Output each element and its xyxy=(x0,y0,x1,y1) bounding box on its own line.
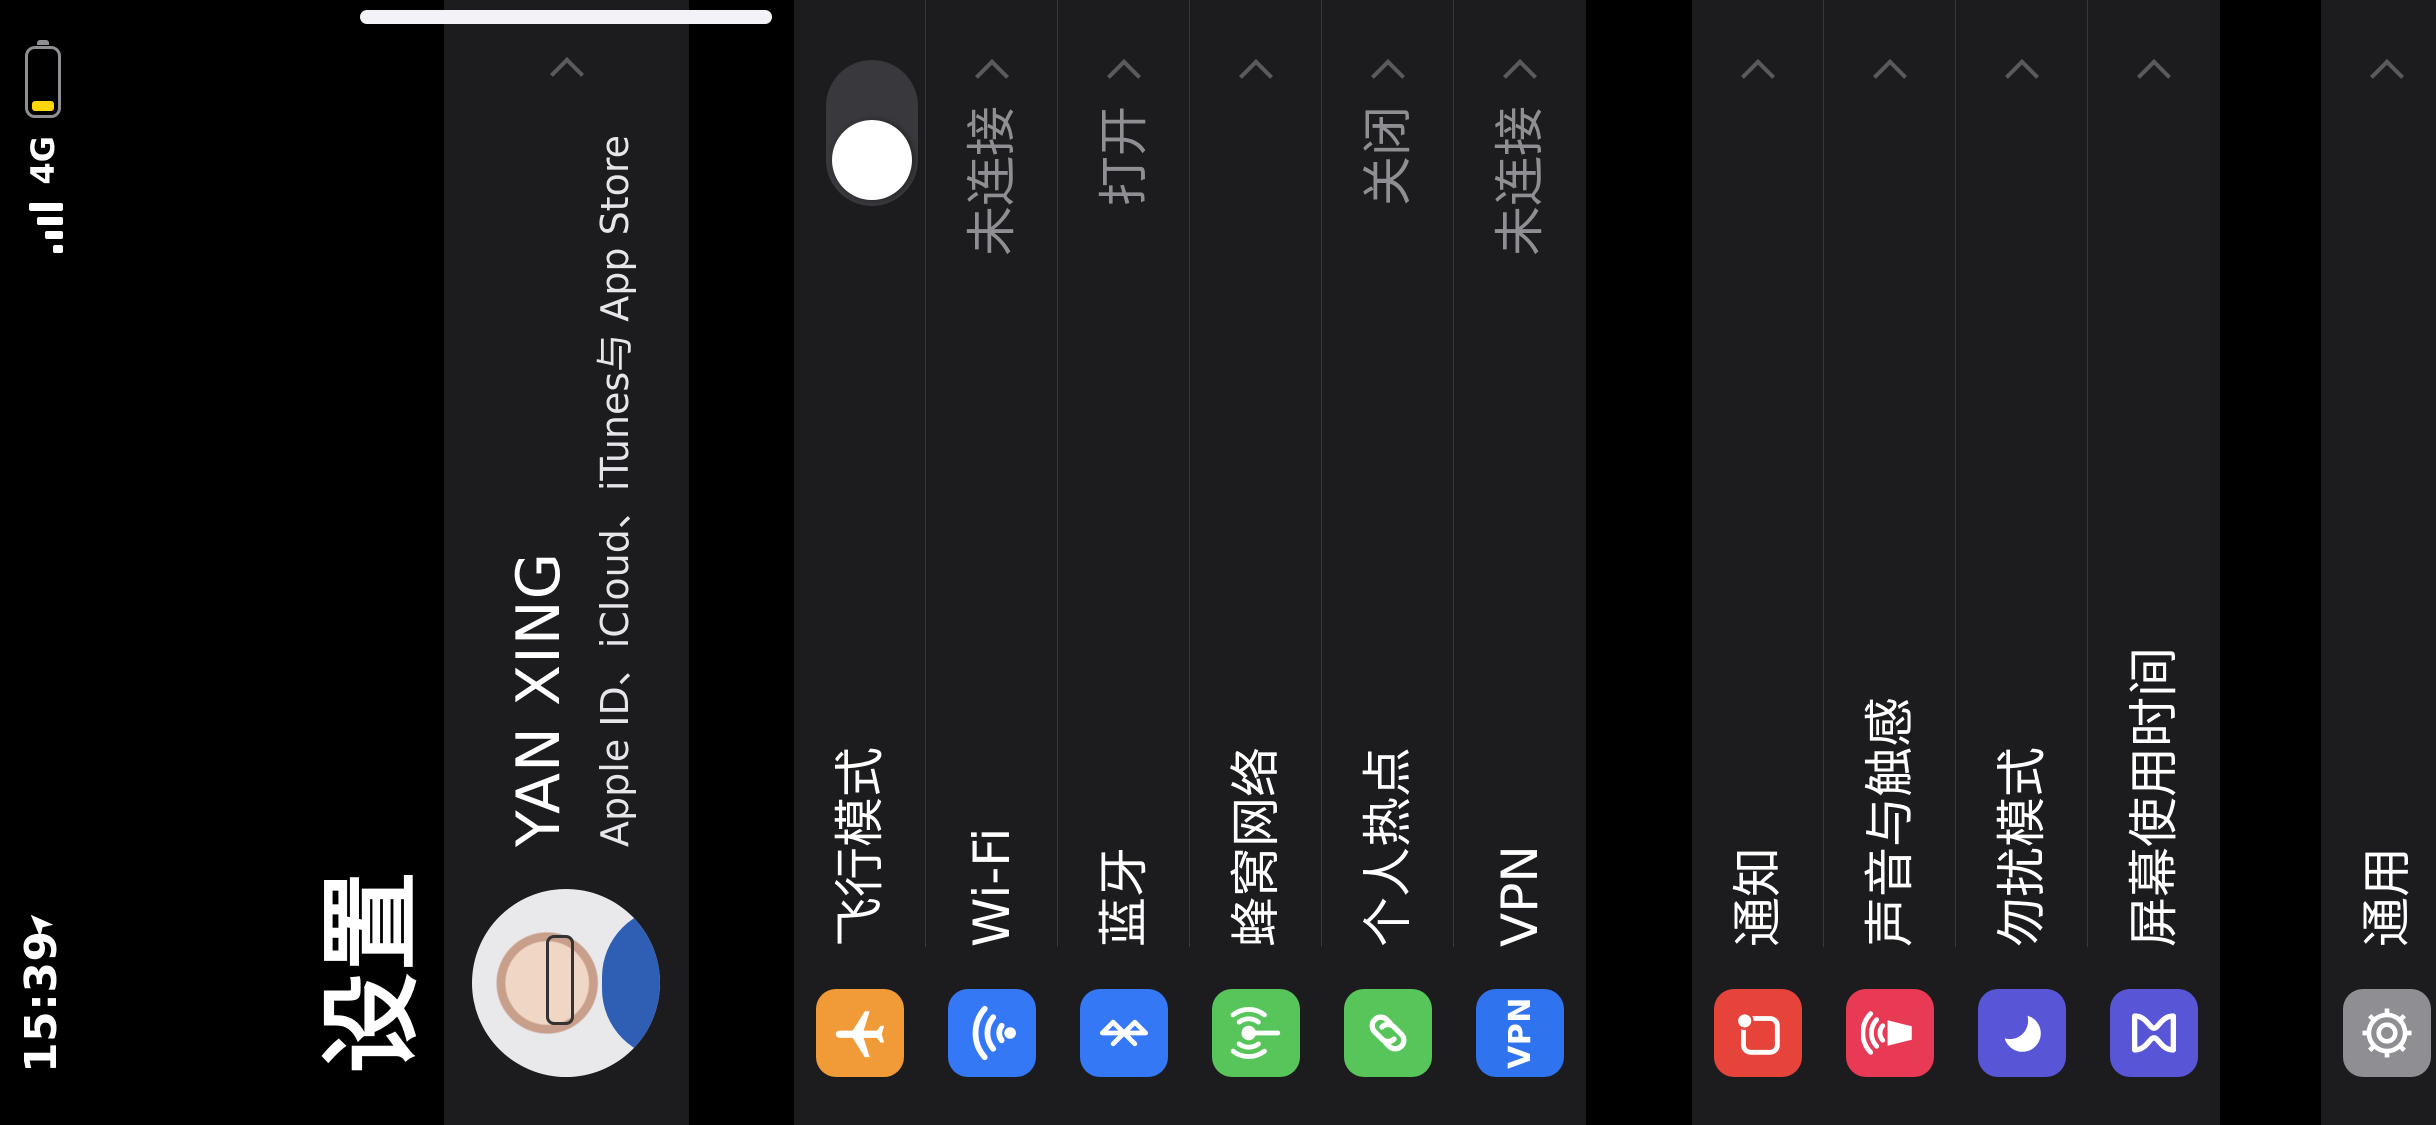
notifications-icon xyxy=(1714,989,1802,1077)
status-time: 15:39 xyxy=(16,930,67,1073)
status-bar: 15:39 4G xyxy=(0,0,96,1125)
chevron-right-icon xyxy=(2370,59,2404,93)
chevron-right-icon xyxy=(975,59,1009,93)
connectivity-group: 飞行模式 Wi-Fi 未连接 蓝牙 打开 蜂窝网络 个人热点 关闭 VPN VP… xyxy=(794,0,1586,1125)
scrollbar[interactable] xyxy=(360,10,772,24)
row-value: 打开 xyxy=(1095,106,1153,206)
row-label: 蓝牙 xyxy=(1095,847,1153,947)
row-value: 关闭 xyxy=(1359,106,1417,206)
row-do-not-disturb[interactable]: 勿扰模式 xyxy=(1956,0,2088,1125)
sound-icon xyxy=(1846,989,1934,1077)
screen-time-icon xyxy=(2110,989,2198,1077)
battery-icon xyxy=(25,46,61,118)
page-title: 设置 xyxy=(313,869,430,1073)
chevron-right-icon xyxy=(1873,59,1907,93)
row-label: 声音与触感 xyxy=(1861,697,1919,947)
row-label: 蜂窝网络 xyxy=(1227,747,1285,947)
row-bluetooth[interactable]: 蓝牙 打开 xyxy=(1058,0,1190,1125)
row-general[interactable]: 通用 xyxy=(2321,0,2436,1125)
row-value: 未连接 xyxy=(1491,106,1549,256)
chevron-right-icon xyxy=(1239,59,1273,93)
row-screen-time[interactable]: 屏幕使用时间 xyxy=(2088,0,2220,1125)
profile-name: YAN XING xyxy=(504,551,574,847)
row-cellular[interactable]: 蜂窝网络 xyxy=(1190,0,1322,1125)
row-label: Wi-Fi xyxy=(963,827,1021,947)
row-value: 未连接 xyxy=(963,106,1021,256)
row-label: 飞行模式 xyxy=(831,747,889,947)
location-arrow-icon xyxy=(30,914,54,938)
row-label: 个人热点 xyxy=(1359,747,1417,947)
chevron-right-icon xyxy=(1371,59,1405,93)
apple-id-profile-row[interactable]: YAN XING Apple ID、iCloud、iTunes与 App Sto… xyxy=(444,0,689,1125)
airplane-mode-toggle[interactable] xyxy=(826,60,918,206)
row-label: 屏幕使用时间 xyxy=(2125,647,2183,947)
signal-bars-icon xyxy=(23,202,63,253)
hotspot-icon xyxy=(1344,989,1432,1077)
row-label: VPN xyxy=(1491,845,1549,947)
gear-icon xyxy=(2343,989,2431,1077)
chevron-right-icon xyxy=(1503,59,1537,93)
bluetooth-icon xyxy=(1080,989,1168,1077)
row-vpn[interactable]: VPN VPN 未连接 xyxy=(1454,0,1586,1125)
row-wifi[interactable]: Wi-Fi 未连接 xyxy=(926,0,1058,1125)
landscape-stage: 15:39 4G 设置 YAN XING Apple ID、iCloud、iTu… xyxy=(0,0,2436,1125)
row-label: 通用 xyxy=(2358,847,2416,947)
general-group: 通用 xyxy=(2321,0,2436,1125)
row-airplane-mode[interactable]: 飞行模式 xyxy=(794,0,926,1125)
wifi-icon xyxy=(948,989,1036,1077)
row-sounds-haptics[interactable]: 声音与触感 xyxy=(1824,0,1956,1125)
row-notifications[interactable]: 通知 xyxy=(1692,0,1824,1125)
chevron-right-icon xyxy=(1741,59,1775,93)
vpn-icon: VPN xyxy=(1476,989,1564,1077)
settings-screen: 15:39 4G 设置 YAN XING Apple ID、iCloud、iTu… xyxy=(0,0,2436,1125)
row-label: 勿扰模式 xyxy=(1993,747,2051,947)
chevron-right-icon xyxy=(549,57,584,91)
chevron-right-icon xyxy=(2137,59,2171,93)
airplane-icon xyxy=(816,989,904,1077)
cellular-icon xyxy=(1212,989,1300,1077)
chevron-right-icon xyxy=(1107,59,1141,93)
chevron-right-icon xyxy=(2005,59,2039,93)
row-label: 通知 xyxy=(1729,847,1787,947)
avatar xyxy=(472,889,660,1077)
profile-subtitle: Apple ID、iCloud、iTunes与 App Store xyxy=(593,135,637,847)
notifications-group: 通知 声音与触感 勿扰模式 屏幕使用时间 xyxy=(1692,0,2220,1125)
row-personal-hotspot[interactable]: 个人热点 关闭 xyxy=(1322,0,1454,1125)
status-right: 4G xyxy=(18,46,68,253)
network-type: 4G xyxy=(24,136,62,185)
moon-icon xyxy=(1978,989,2066,1077)
